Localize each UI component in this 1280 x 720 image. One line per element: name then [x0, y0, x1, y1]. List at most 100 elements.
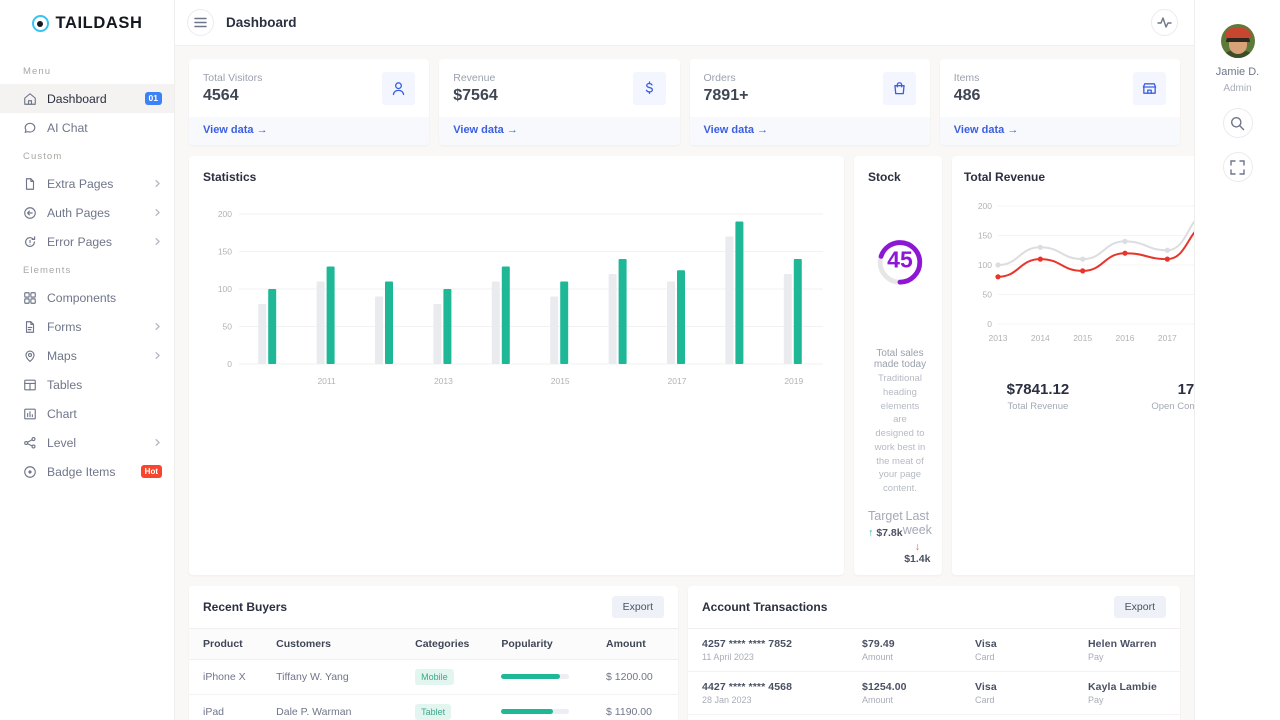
stat-card-total-visitors: Total Visitors 4564 View data →	[189, 59, 430, 145]
transaction-row[interactable]: 4265 **** **** 002508 Dec 2022$784.25Amo…	[688, 715, 1180, 720]
stock-metric-amount: $7.8k	[876, 526, 903, 539]
transaction-amount: $79.49	[862, 637, 895, 650]
sidebar-item-label: Tables	[47, 377, 83, 392]
stat-card-body: Revenue $7564	[439, 59, 679, 117]
stock-donut-chart: 45	[868, 184, 932, 342]
sidebar-item-ai-chat[interactable]: AI Chat	[0, 113, 174, 142]
stat-value: 7891+	[703, 87, 749, 104]
stat-label: Total Visitors	[203, 72, 263, 84]
view-data-label: View data	[953, 124, 1005, 136]
cell-customer: Dale P. Warman	[276, 694, 416, 720]
transaction-date: 11 April 2023	[702, 651, 754, 662]
cell-category: Tablet	[415, 694, 502, 720]
popularity-fill	[501, 674, 560, 680]
sidebar-item-label: Forms	[47, 319, 82, 334]
form-icon	[25, 320, 35, 333]
transaction-date: 28 Jan 2023	[702, 694, 752, 705]
revenue-metric: $7841.12 Total Revenue	[964, 381, 1112, 412]
stat-label: Items	[953, 72, 980, 84]
sidebar-item-maps[interactable]: Maps	[0, 341, 174, 370]
transaction-card-number-cell: 4427 **** **** 4568 28 Jan 2023	[702, 681, 862, 705]
chat-bubble-icon	[24, 122, 36, 133]
sidebar-item-chart[interactable]: Chart	[0, 399, 174, 428]
x-tick-label: 2015	[1073, 333, 1092, 343]
sidebar-item-extra-pages[interactable]: Extra Pages	[0, 169, 174, 198]
y-tick-label: 100	[218, 284, 232, 294]
stock-metric-last-week: Last week ↓ $1.4k	[903, 509, 932, 565]
revenue-metric-label: Open Compaign	[1151, 401, 1194, 412]
x-tick-label: 2017	[1158, 333, 1177, 343]
stat-card-texts: Items 486	[954, 72, 1133, 105]
transaction-row[interactable]: 4257 **** **** 7852 11 April 2023 $79.49 Am…	[688, 629, 1180, 672]
cell-popularity	[501, 659, 607, 695]
x-tick-label: 2013	[434, 376, 453, 386]
x-tick-label: 2019	[784, 376, 803, 386]
sidebar-item-label: Level	[47, 435, 77, 450]
category-badge: Tablet	[415, 703, 452, 720]
x-tick-label: 2015	[551, 376, 570, 386]
view-data-link[interactable]: View data →	[689, 117, 930, 145]
stock-metric-value: ↑ $7.8k	[868, 527, 903, 539]
table-header-row: Product Customers Categories Popularity Amou…	[189, 628, 678, 660]
sidebar-item-level[interactable]: Level	[0, 428, 174, 457]
stat-card-texts: Orders 7891+	[704, 72, 883, 105]
table-row[interactable]: iPhone X Tiffany W. Yang Mobile $ 1200.00	[189, 659, 678, 695]
bar-chart-icon	[24, 408, 36, 419]
stat-icon-box	[1133, 72, 1166, 105]
transactions-export-button[interactable]: Export	[1113, 595, 1166, 618]
stat-card-texts: Revenue $7564	[453, 72, 632, 105]
recent-buyers-card: Recent Buyers Export Product Customers Cat…	[189, 585, 678, 720]
view-data-link[interactable]: View data →	[939, 117, 1180, 145]
user-icon	[392, 82, 405, 96]
sidebar-item-forms[interactable]: Forms	[0, 312, 174, 341]
hamburger-icon[interactable]	[187, 9, 214, 36]
activity-pulse-icon[interactable]	[1151, 9, 1178, 36]
buyers-export-button[interactable]: Export	[611, 595, 664, 618]
chevron-right-icon	[155, 179, 160, 188]
table-row[interactable]: iPad Dale P. Warman Tablet $ 1190.00	[189, 694, 678, 720]
sidebar-item-tables[interactable]: Tables	[0, 370, 174, 399]
x-tick-label: 2014	[1031, 333, 1050, 343]
content-scroll: Total Visitors 4564 View data → Revenue $756…	[175, 46, 1194, 720]
nav-section-caption: Custom	[23, 151, 63, 162]
page-title: Dashboard	[226, 15, 297, 30]
sidebar-item-auth-pages[interactable]: Auth Pages	[0, 198, 174, 227]
sidebar-item-badge-items[interactable]: Badge Items Hot	[0, 457, 174, 486]
cell-amount: $ 1200.00	[606, 659, 678, 695]
y-tick-label: 200	[978, 201, 992, 211]
transaction-amount-cell: $79.49 Amount	[862, 638, 975, 662]
x-tick-label: 2011	[317, 376, 336, 386]
sidebar-item-dashboard[interactable]: Dashboard 01	[0, 84, 174, 113]
arrow-right-icon: →	[757, 124, 769, 136]
stat-icon-box	[882, 72, 916, 105]
view-data-link[interactable]: View data →	[439, 117, 680, 145]
y-tick-label: 150	[978, 231, 992, 241]
stock-title: Stock	[868, 170, 901, 184]
transaction-row[interactable]: 4427 **** **** 4568 28 Jan 2023 $1254.00 Am…	[688, 672, 1180, 715]
sidebar-item-error-pages[interactable]: Error Pages	[0, 227, 174, 256]
transactions-list: 4257 **** **** 7852 11 April 2023 $79.49 Am…	[688, 629, 1180, 720]
transaction-name-cell: Helen Warren Pay	[1088, 638, 1157, 662]
share-nodes-icon	[24, 436, 36, 449]
left-sidebar: TAILDASH Menu Dashboard 01 AI Chat Custom Ext…	[0, 0, 175, 720]
target-dot-icon	[24, 465, 36, 478]
stat-icon-box	[382, 72, 416, 105]
avatar[interactable]	[1220, 24, 1255, 58]
y-tick-label: 50	[982, 290, 992, 300]
login-icon	[24, 206, 36, 219]
search-icon[interactable]	[1222, 108, 1253, 138]
fullscreen-icon[interactable]	[1222, 152, 1253, 182]
stock-caption: Total sales made today	[873, 348, 927, 370]
y-tick-label: 50	[223, 322, 233, 332]
column-header-customers: Customers	[276, 628, 416, 660]
column-header-popularity: Popularity	[501, 628, 607, 660]
transaction-card-number-cell: 4257 **** **** 7852 11 April 2023	[702, 638, 862, 662]
stat-card-revenue: Revenue $7564 View data →	[439, 59, 680, 145]
sidebar-item-components[interactable]: Components	[0, 283, 174, 312]
view-data-link[interactable]: View data →	[189, 117, 430, 145]
top-bar: Dashboard	[175, 0, 1194, 46]
view-data-label: View data	[703, 124, 755, 136]
cell-product: iPhone X	[189, 659, 277, 695]
hot-badge: Hot	[140, 465, 162, 478]
brand-logo[interactable]: TAILDASH	[0, 0, 174, 47]
